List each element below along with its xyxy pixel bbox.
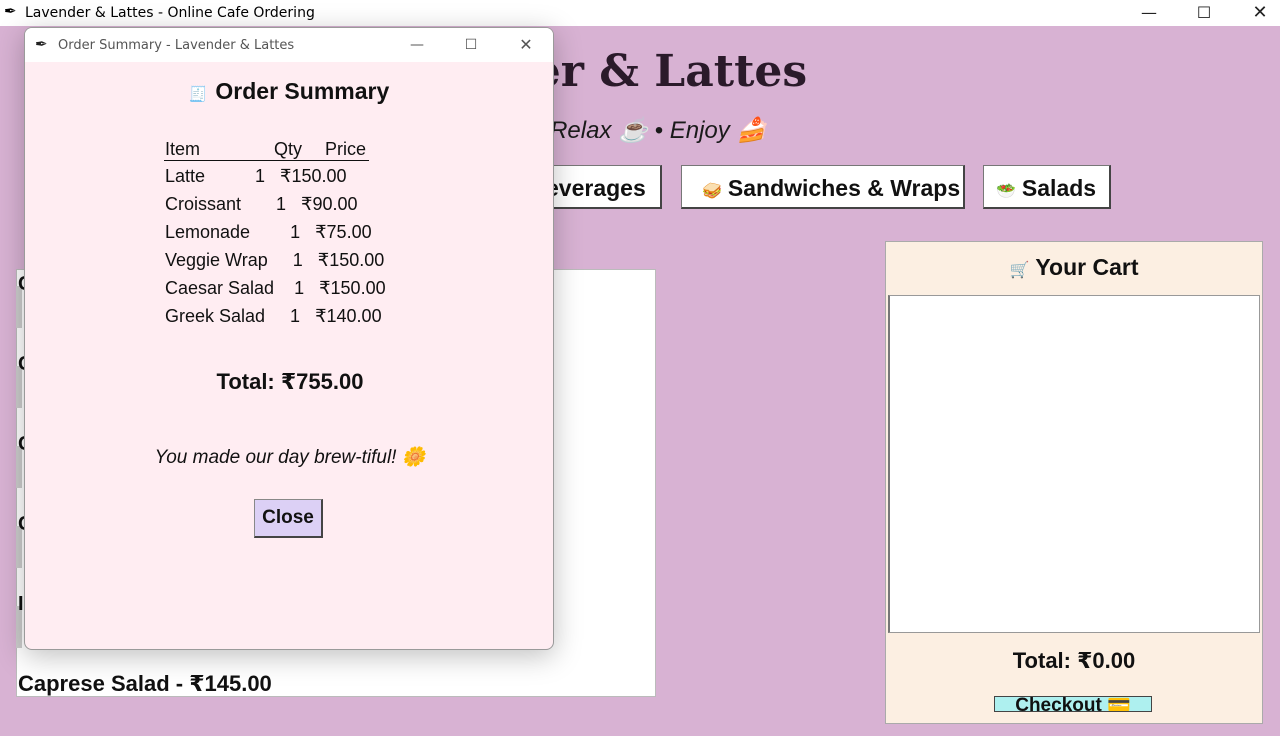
dialog-minimize-button[interactable]: — xyxy=(397,28,437,62)
dialog-title: Order Summary - Lavender & Lattes xyxy=(58,38,295,53)
sandwich-icon: 🥪 xyxy=(702,183,722,200)
order-row: Veggie Wrap 1 ₹150.00 xyxy=(164,245,384,273)
category-sandwiches-button[interactable]: 🥪 Sandwiches & Wraps xyxy=(681,165,965,209)
cart-list[interactable] xyxy=(888,295,1260,633)
dialog-titlebar: ✒ Order Summary - Lavender & Lattes — ☐ … xyxy=(25,28,553,62)
receipt-icon: 🧾 xyxy=(188,86,208,103)
order-row-text: Latte 1 ₹150.00 xyxy=(165,166,347,186)
maximize-button[interactable]: ☐ xyxy=(1176,0,1232,26)
order-row-text: Croissant 1 ₹90.00 xyxy=(165,194,358,214)
order-total: Total: ₹755.00 xyxy=(216,369,364,394)
feather-icon: ✒ xyxy=(35,35,48,53)
cart-panel: 🛒 Your Cart Total: ₹0.00 Checkout 💳 xyxy=(885,241,1263,724)
order-summary-dialog: ✒ Order Summary - Lavender & Lattes — ☐ … xyxy=(24,27,554,650)
category-label: Sandwiches & Wraps xyxy=(727,175,961,201)
category-salads-button[interactable]: 🥗 Salads xyxy=(983,165,1111,209)
cart-title: Your Cart xyxy=(1035,254,1139,280)
order-row-text: Greek Salad 1 ₹140.00 xyxy=(165,306,382,326)
close-window-button[interactable]: ✕ xyxy=(1232,0,1280,26)
minimize-button[interactable]: — xyxy=(1121,0,1177,26)
salad-icon: 🥗 xyxy=(996,183,1016,200)
close-button[interactable]: Close xyxy=(254,499,323,538)
checkout-button[interactable]: Checkout 💳 xyxy=(994,696,1152,712)
order-row: Lemonade 1 ₹75.00 xyxy=(164,217,372,245)
order-table-header: Item Qty Price xyxy=(164,136,369,161)
order-row-text: Lemonade 1 ₹75.00 xyxy=(165,222,372,242)
main-titlebar: ✒ Lavender & Lattes - Online Cafe Orderi… xyxy=(0,0,1280,26)
feather-icon: ✒ xyxy=(4,2,17,20)
menu-item-caprese-salad: Caprese Salad - ₹145.00 xyxy=(18,671,272,696)
column-qty: Qty xyxy=(274,139,303,159)
order-row: Greek Salad 1 ₹140.00 xyxy=(164,301,382,329)
thank-you-message: You made our day brew-tiful! 🌼 xyxy=(154,447,426,468)
column-price: Price xyxy=(325,139,367,159)
cart-header: 🛒 Your Cart xyxy=(886,242,1262,294)
order-row-text: Veggie Wrap 1 ₹150.00 xyxy=(165,250,385,270)
dialog-maximize-button[interactable]: ☐ xyxy=(451,28,491,62)
order-table: Item Qty Price Latte 1 ₹150.00 Croissant… xyxy=(164,136,386,329)
menu-item-label: I xyxy=(18,593,24,615)
order-summary-heading: 🧾 Order Summary xyxy=(25,78,553,105)
window-title: Lavender & Lattes - Online Cafe Ordering xyxy=(25,5,315,21)
order-row: Latte 1 ₹150.00 xyxy=(164,161,369,189)
cart-total: Total: ₹0.00 xyxy=(1012,648,1136,673)
cart-icon: 🛒 xyxy=(1009,262,1030,279)
heading-text: Order Summary xyxy=(215,78,390,104)
dialog-close-icon[interactable]: ✕ xyxy=(506,28,546,62)
order-row: Caesar Salad 1 ₹150.00 xyxy=(164,273,386,301)
order-row: Croissant 1 ₹90.00 xyxy=(164,189,369,217)
category-label: everages xyxy=(546,175,646,201)
column-item: Item xyxy=(165,139,201,159)
category-label: Salads xyxy=(1021,175,1097,201)
order-row-text: Caesar Salad 1 ₹150.00 xyxy=(165,278,386,298)
